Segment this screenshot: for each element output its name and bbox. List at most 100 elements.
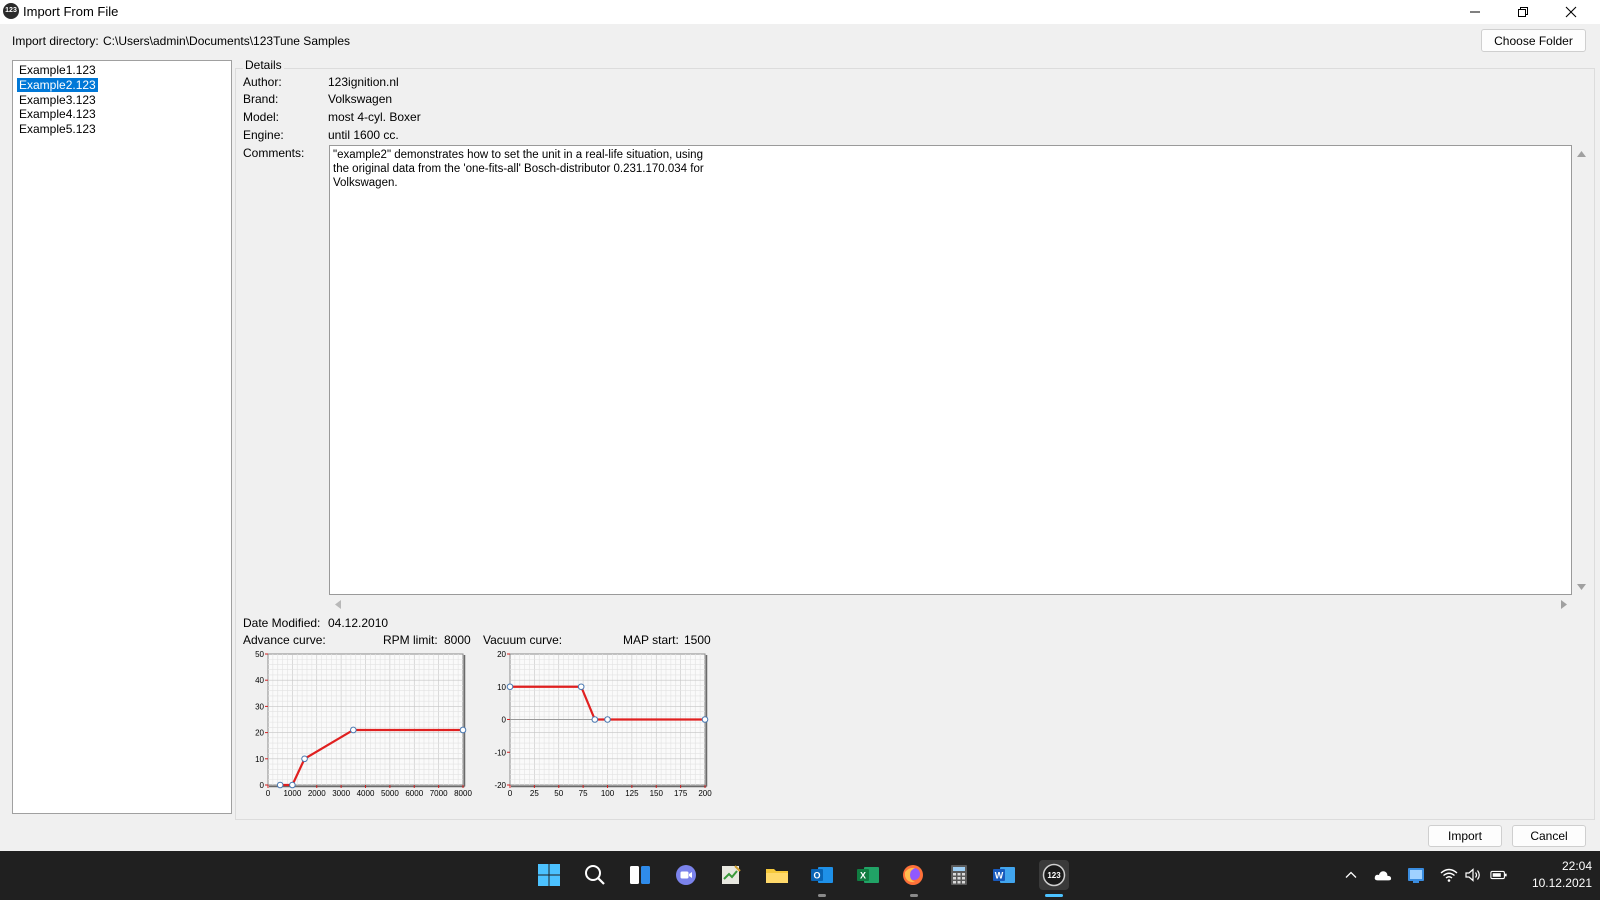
teams-chat-icon[interactable] bbox=[673, 862, 699, 888]
outlook-running-indicator bbox=[818, 894, 826, 897]
widgets-icon[interactable] bbox=[627, 862, 653, 888]
y-tick-label: 30 bbox=[255, 702, 264, 711]
firefox-running-indicator bbox=[910, 894, 918, 897]
svg-text:W: W bbox=[995, 871, 1004, 881]
file-explorer-icon[interactable] bbox=[764, 862, 790, 888]
search-icon[interactable] bbox=[582, 862, 608, 888]
file-list[interactable]: Example1.123 Example2.123 Example3.123 Exam… bbox=[12, 60, 232, 814]
curve-point bbox=[301, 755, 308, 763]
minimize-button[interactable] bbox=[1452, 0, 1498, 24]
x-tick-label: 4000 bbox=[357, 789, 375, 798]
curve-point bbox=[506, 683, 514, 691]
battery-icon[interactable] bbox=[1490, 866, 1508, 884]
x-tick-label: 150 bbox=[650, 789, 664, 798]
file-list-row[interactable]: Example2.123 bbox=[16, 77, 228, 93]
import-directory-path: C:\Users\admin\Documents\123Tune Samples bbox=[103, 34, 350, 48]
svg-text:123: 123 bbox=[1047, 871, 1061, 880]
clock-time: 22:04 bbox=[1561, 859, 1592, 873]
taskbar bbox=[0, 851, 1600, 900]
onedrive-icon[interactable] bbox=[1374, 866, 1392, 884]
title-bar: 123 Import From File bbox=[0, 0, 1600, 24]
file-list-item[interactable]: Example2.123 bbox=[17, 77, 98, 92]
x-tick-label: 50 bbox=[554, 789, 563, 798]
wifi-icon[interactable] bbox=[1440, 866, 1458, 884]
brand-label: Brand: bbox=[243, 92, 279, 106]
engine-label: Engine: bbox=[243, 128, 284, 142]
scroll-left-button[interactable] bbox=[331, 597, 345, 611]
close-icon bbox=[1565, 6, 1577, 18]
y-tick-label: 20 bbox=[497, 650, 506, 659]
close-button[interactable] bbox=[1548, 0, 1594, 24]
cancel-button[interactable]: Cancel bbox=[1512, 825, 1586, 847]
curve-point bbox=[604, 716, 611, 723]
123tune-icon[interactable]: 123 bbox=[1039, 860, 1069, 890]
curve-point bbox=[350, 726, 357, 734]
x-tick-label: 1000 bbox=[283, 789, 301, 798]
windows-start-icon[interactable] bbox=[536, 862, 562, 888]
date-modified-label: Date Modified: bbox=[243, 616, 321, 630]
x-tick-label: 0 bbox=[266, 789, 271, 798]
y-tick-label: 0 bbox=[502, 716, 507, 725]
x-tick-label: 100 bbox=[601, 789, 615, 798]
scroll-up-button[interactable] bbox=[1574, 147, 1588, 161]
date-modified-value: 04.12.2010 bbox=[328, 616, 389, 630]
app-icon: 123 bbox=[3, 3, 19, 19]
taskbar-clock[interactable]: 22:04 10.12.2021 bbox=[1512, 858, 1592, 892]
x-tick-label: 25 bbox=[530, 789, 539, 798]
advance-curve-label: Advance curve: bbox=[243, 633, 326, 647]
clock-date: 10.12.2021 bbox=[1531, 876, 1592, 890]
advance-curve-chart[interactable]: 0 1000 2000 3000 4000 5000 6000 7000 8000 0 10 20 30… bbox=[243, 646, 475, 804]
minimize-icon bbox=[1470, 11, 1480, 13]
x-tick-label: 0 bbox=[508, 789, 513, 798]
y-tick-label: 40 bbox=[255, 676, 264, 685]
restore-icon bbox=[1518, 7, 1528, 17]
file-list-row[interactable]: Example5.123 bbox=[16, 122, 228, 137]
details-legend: Details bbox=[243, 58, 284, 72]
model-label: Model: bbox=[243, 110, 280, 124]
x-tick-label: 8000 bbox=[454, 789, 472, 798]
y-tick-label: -20 bbox=[494, 781, 506, 790]
file-list-item[interactable]: Example1.123 bbox=[17, 63, 98, 77]
file-list-row[interactable]: Example1.123 bbox=[16, 63, 228, 78]
file-list-item[interactable]: Example5.123 bbox=[17, 122, 98, 136]
import-button[interactable]: Import bbox=[1428, 825, 1502, 847]
scroll-down-button[interactable] bbox=[1574, 580, 1588, 594]
x-tick-label: 125 bbox=[625, 789, 639, 798]
file-list-row[interactable]: Example3.123 bbox=[16, 93, 228, 108]
outlook-icon[interactable]: O bbox=[809, 862, 835, 888]
comments-textbox[interactable]: "example2" demonstrates how to set the u… bbox=[329, 145, 1572, 595]
map-start-label: MAP start: bbox=[623, 633, 679, 647]
chevron-up-icon[interactable] bbox=[1342, 866, 1360, 884]
curve-point bbox=[289, 781, 296, 789]
file-list-item[interactable]: Example4.123 bbox=[17, 107, 98, 121]
123tune-active-indicator bbox=[1045, 894, 1063, 897]
vacuum-curve-chart[interactable]: 0 25 50 75 100 125 150 175 20020100-10-20 bbox=[485, 646, 717, 804]
network-app-icon[interactable] bbox=[1407, 866, 1425, 884]
x-tick-label: 3000 bbox=[332, 789, 350, 798]
import-directory-label: Import directory: bbox=[12, 34, 99, 48]
x-tick-label: 175 bbox=[674, 789, 688, 798]
firefox-icon[interactable] bbox=[900, 862, 926, 888]
author-value: 123ignition.nl bbox=[328, 75, 399, 89]
map-start-value: 1500 bbox=[684, 633, 711, 647]
volume-icon[interactable] bbox=[1464, 866, 1482, 884]
choose-folder-button[interactable]: Choose Folder bbox=[1481, 29, 1586, 52]
comment-line: Volkswagen. bbox=[333, 177, 398, 189]
word-icon[interactable]: W bbox=[991, 862, 1017, 888]
x-tick-label: 75 bbox=[579, 789, 588, 798]
comments-label: Comments: bbox=[243, 146, 305, 160]
y-tick-label: 10 bbox=[255, 755, 264, 764]
file-list-row[interactable]: Example4.123 bbox=[16, 107, 228, 122]
file-list-item[interactable]: Example3.123 bbox=[17, 93, 98, 107]
x-tick-label: 7000 bbox=[430, 789, 448, 798]
restore-button[interactable] bbox=[1500, 0, 1546, 24]
notepad-icon[interactable] bbox=[718, 862, 744, 888]
scroll-right-button[interactable] bbox=[1557, 597, 1571, 611]
triangle-up-icon bbox=[1576, 151, 1586, 157]
y-tick-label: 10 bbox=[497, 683, 506, 692]
window-title: Import From File bbox=[23, 4, 119, 19]
excel-icon[interactable]: X bbox=[855, 862, 881, 888]
calculator-icon[interactable] bbox=[946, 862, 972, 888]
y-tick-label: 20 bbox=[255, 729, 264, 738]
x-tick-label: 200 bbox=[698, 789, 712, 798]
